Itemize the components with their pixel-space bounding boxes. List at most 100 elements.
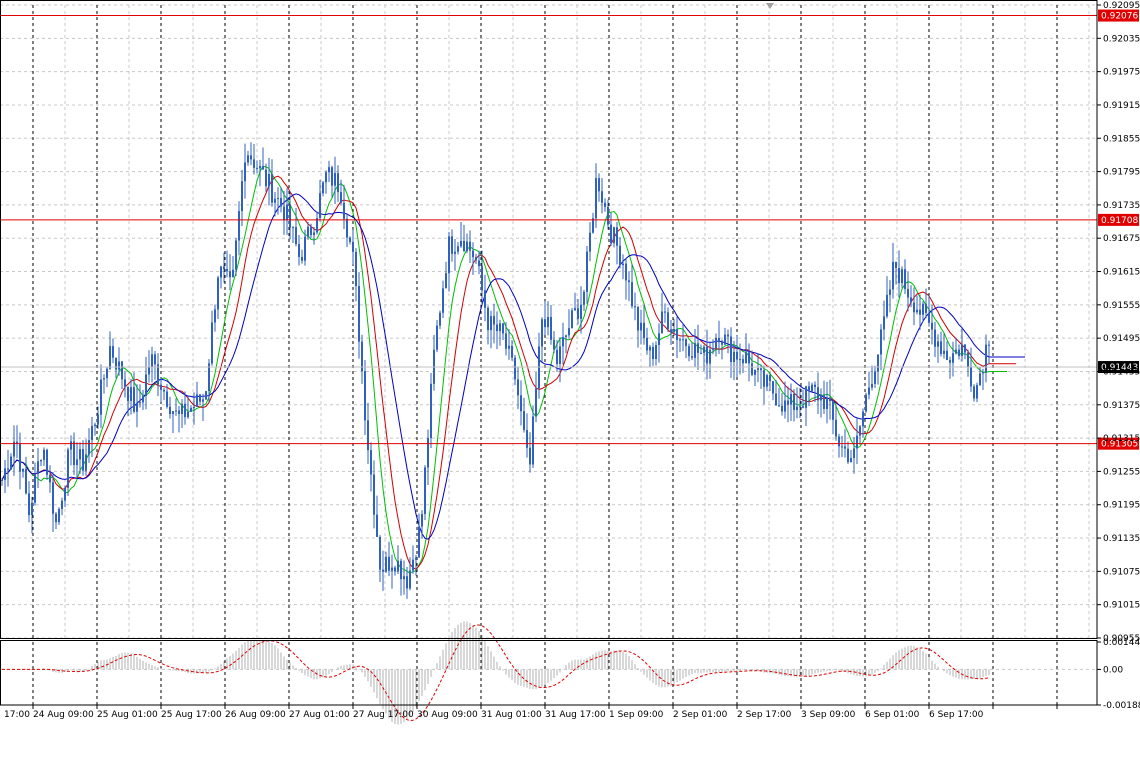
price-bar-body [679,339,681,341]
price-bar-body [406,576,408,589]
price-bar-body [241,181,243,212]
price-bar-body [94,424,96,426]
price-bar-body [25,468,27,494]
price-bar-body [574,308,576,311]
time-tick-label: 25 Aug 17:00 [161,710,222,720]
time-tick-label: 31 Aug 17:00 [545,710,606,720]
price-bar-body [904,269,906,289]
price-bar-body [850,457,852,463]
price-bar-body [778,405,780,407]
price-bar-body [409,570,411,589]
price-bar-body [961,344,963,357]
price-bar-body [478,260,480,267]
price-bar-body [436,325,438,350]
chart-canvas[interactable]: 0.920760.917080.913050.91443 0.920950.92… [0,0,1140,754]
price-bar-body [385,556,387,572]
price-bar-body [214,309,216,323]
price-bar-body [808,386,810,392]
price-bar-body [550,317,552,340]
price-bar-body [202,399,204,402]
price-bar-body [601,191,603,203]
price-bar-body [847,448,849,463]
price-bar-body [46,449,48,475]
price-bar-body [346,218,348,238]
price-bar-body [184,403,186,418]
price-level-label: 0.92076 [1101,12,1138,22]
price-bar-body [769,375,771,382]
price-bar-body [337,173,339,193]
price-bar-body [82,449,84,471]
price-bar-body [520,395,522,412]
price-bar-body [517,379,519,396]
price-bar-body [463,240,465,251]
price-bar-body [64,487,66,501]
price-bar-body [916,309,918,313]
price-bar-body [712,348,714,350]
price-bar-body [310,226,312,236]
time-tick-label: 31 Aug 01:00 [481,710,542,720]
price-bar-body [394,567,396,572]
price-bar-body [892,261,894,290]
price-bar-body [493,316,495,325]
trading-chart[interactable]: 0.92076 0.91708 0.91305 0.91443 0.92095 0.92… [0,0,1140,754]
grid [0,4,1097,705]
price-bar-body [133,387,135,412]
price-bar-body [865,394,867,412]
price-tick-label: 0.91435 [1103,367,1140,377]
price-bar-body [967,352,969,367]
price-bar-body [568,328,570,336]
time-tick-label: 6 Sep 01:00 [865,710,920,720]
price-bar-body [496,324,498,332]
price-bar-body [262,165,264,170]
price-tick-label: 0.91495 [1103,334,1140,344]
price-bar-body [703,346,705,353]
price-bar-body [226,269,228,272]
price-bar-body [217,277,219,310]
price-bar-body [922,303,924,315]
shift-marker-icon[interactable] [766,3,774,9]
price-bar-body [352,241,354,252]
price-bar-body [688,346,690,357]
time-tick-label: 6 Sep 17:00 [929,710,984,720]
price-bar-body [691,356,693,358]
price-bar-body [175,410,177,412]
price-bar-body [349,237,351,242]
price-bar-body [721,342,723,345]
price-bar-body [142,395,144,403]
price-bar-body [223,266,225,270]
price-bar-body [508,345,510,349]
price-bar-body [313,232,315,236]
price-bar-body [442,288,444,313]
price-bar-body [37,461,39,475]
price-bar-body [655,345,657,360]
price-bar-body [742,359,744,364]
price-bar-body [439,312,441,326]
price-bar-body [88,440,90,455]
time-tick-label: 30 Aug 09:00 [417,710,478,720]
price-bar-body [484,290,486,308]
price-bar-body [199,394,201,402]
price-bar-body [559,346,561,364]
time-tick-label: 27 Aug 01:00 [289,710,350,720]
price-bar-body [598,178,600,192]
price-bar-body [121,361,123,380]
price-bar-body [760,368,762,371]
price-bar-body [643,322,645,338]
price-bar-body [187,411,189,418]
price-bar-body [901,269,903,284]
price-bar-body [595,178,597,219]
price-bar-body [502,323,504,334]
price-bar-body [19,443,21,472]
time-axis: 17:00 24 Aug 09:00 25 Aug 01:00 25 Aug 17:0… [4,705,1058,720]
price-bar-body [40,459,42,462]
price-bar-body [499,323,501,332]
price-bar-body [232,269,234,278]
price-bar-body [805,386,807,408]
price-bar-body [445,273,447,289]
price-bar-body [103,378,105,380]
price-bar-body [379,536,381,570]
price-tick-label: 0.91195 [1103,501,1140,511]
price-bar-body [475,257,477,261]
price-bar-body [154,354,156,365]
price-bar-body [61,500,63,509]
